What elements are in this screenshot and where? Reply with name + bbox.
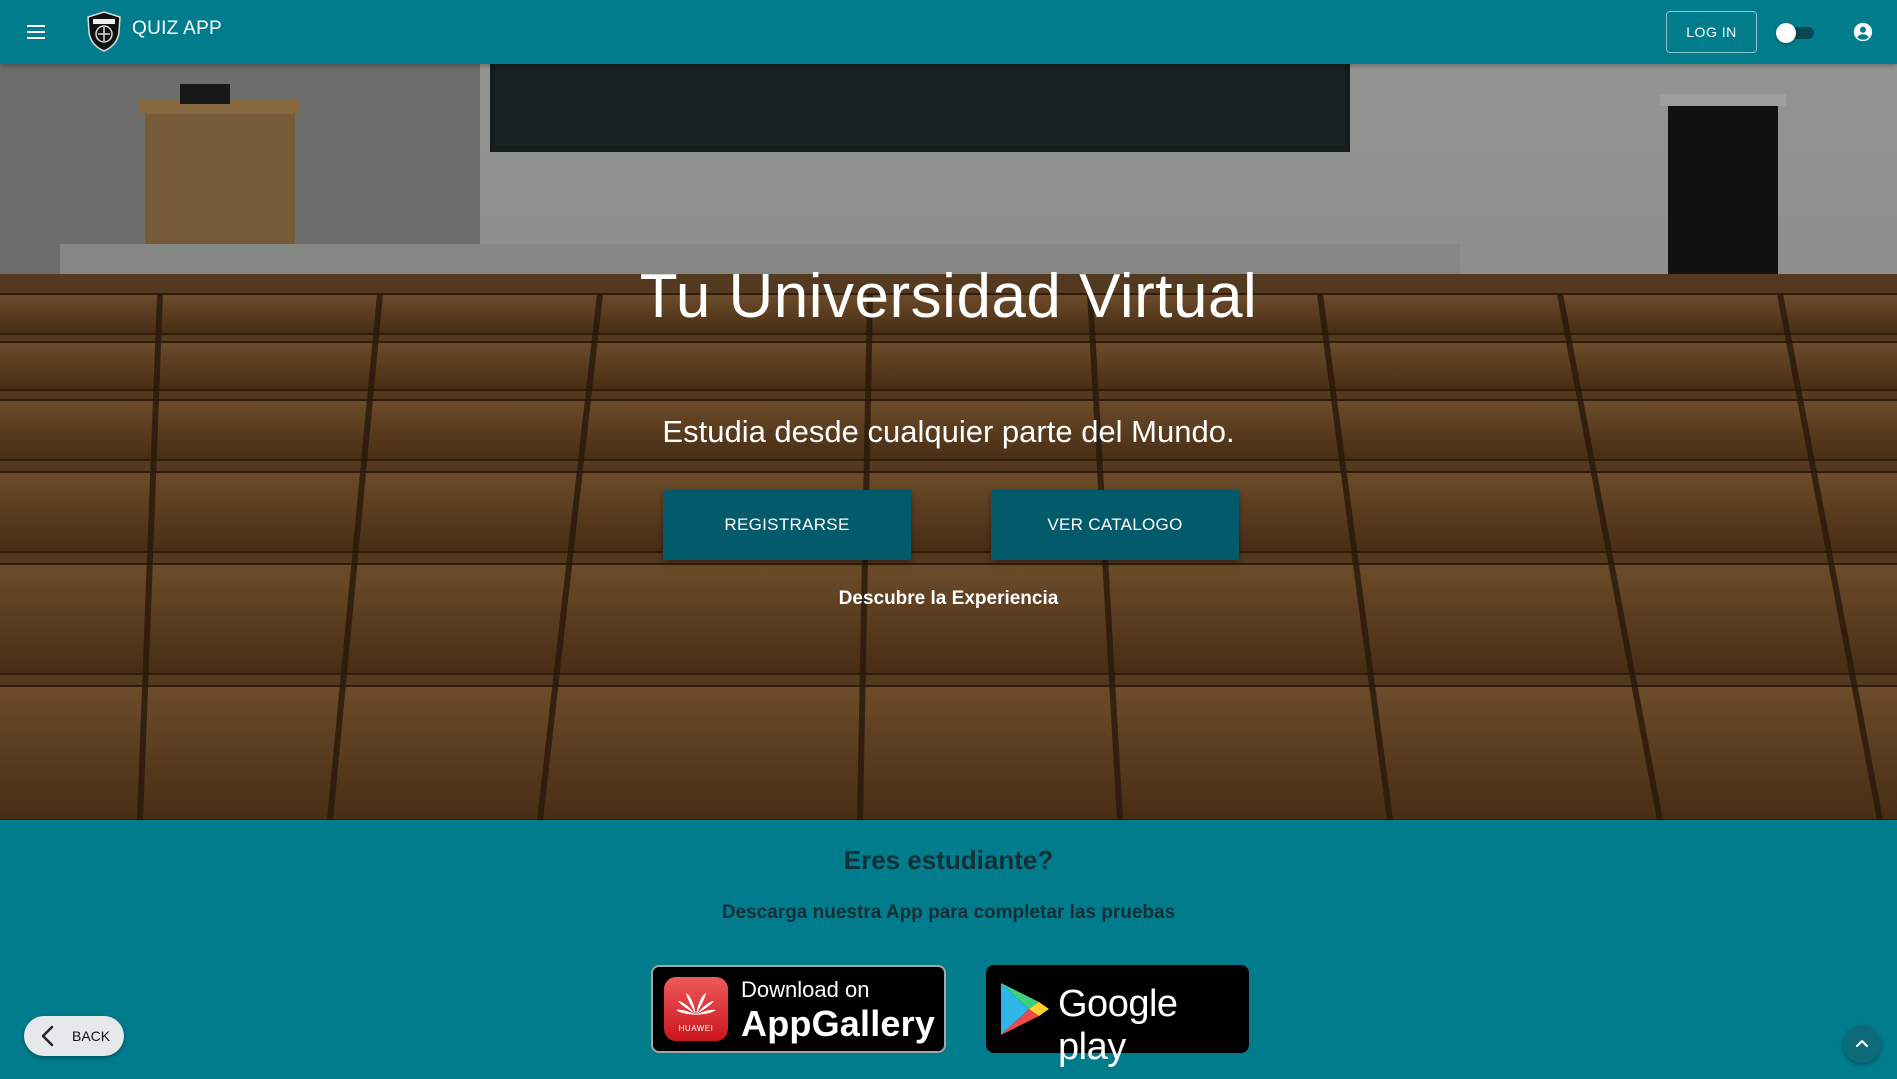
back-button[interactable]: BACK [24,1016,124,1056]
appgallery-big-text: AppGallery [741,1003,936,1044]
hero-title: Tu Universidad Virtual [639,262,1258,331]
discover-link[interactable]: Descubre la Experiencia [0,588,1897,610]
shield-logo-icon[interactable] [83,10,125,52]
toggle-thumb [1776,23,1796,43]
top-app-bar: QUIZ APP LOG IN [0,0,1897,64]
google-play-badge[interactable]: Google play [986,965,1249,1068]
huawei-brand-text: HUAWEI [678,1024,714,1033]
hero-subtitle: Estudia desde cualquier parte del Mundo. [662,414,1235,449]
account-circle-icon[interactable] [1852,21,1874,43]
chevron-up-icon [1856,1040,1868,1047]
student-heading: Eres estudiante? [843,845,1054,875]
google-play-icon [1001,983,1049,1035]
login-button[interactable]: LOG IN [1666,11,1757,53]
theme-toggle[interactable] [1776,22,1814,43]
view-catalog-button[interactable]: VER CATALOGO [991,490,1239,560]
register-button[interactable]: REGISTRARSE [663,490,911,560]
huawei-logo-icon: HUAWEI [664,977,728,1041]
app-title: QUIZ APP [132,18,223,39]
back-button-label: BACK [72,1028,111,1044]
chevron-left-icon [41,1025,54,1047]
student-subheading: Descarga nuestra App para completar las … [721,902,1176,923]
google-play-text: Google play [1058,983,1178,1068]
menu-icon[interactable] [22,20,50,44]
appgallery-badge[interactable]: HUAWEI Download on AppGallery [651,965,946,1053]
appgallery-small-text: Download on [741,977,870,1002]
scroll-to-top-button[interactable] [1843,1025,1881,1063]
hero-section: Tu Universidad Virtual Estudia desde cua… [0,64,1897,820]
